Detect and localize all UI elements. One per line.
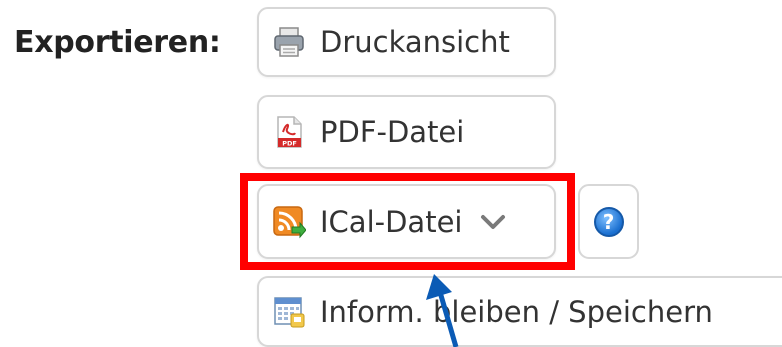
pdf-file-button[interactable]: PDF PDF-Datei <box>257 95 556 169</box>
pdf-file-icon: PDF <box>272 115 306 149</box>
help-icon: ? <box>593 206 624 237</box>
stay-informed-save-button[interactable]: Inform. bleiben / Speichern <box>257 276 782 347</box>
print-view-button[interactable]: Druckansicht <box>257 7 556 77</box>
stay-informed-save-label: Inform. bleiben / Speichern <box>320 294 713 329</box>
printer-icon <box>272 25 306 59</box>
svg-text:PDF: PDF <box>282 140 297 148</box>
rss-feed-icon <box>272 205 306 239</box>
ical-file-button[interactable]: ICal-Datei <box>257 184 556 259</box>
print-view-label: Druckansicht <box>320 25 510 59</box>
chevron-down-icon[interactable] <box>480 212 506 232</box>
pdf-file-label: PDF-Datei <box>320 115 465 149</box>
help-button[interactable]: ? <box>578 184 639 259</box>
export-label: Exportieren: <box>14 25 221 60</box>
calendar-icon <box>272 295 306 329</box>
ical-file-label: ICal-Datei <box>320 204 463 239</box>
